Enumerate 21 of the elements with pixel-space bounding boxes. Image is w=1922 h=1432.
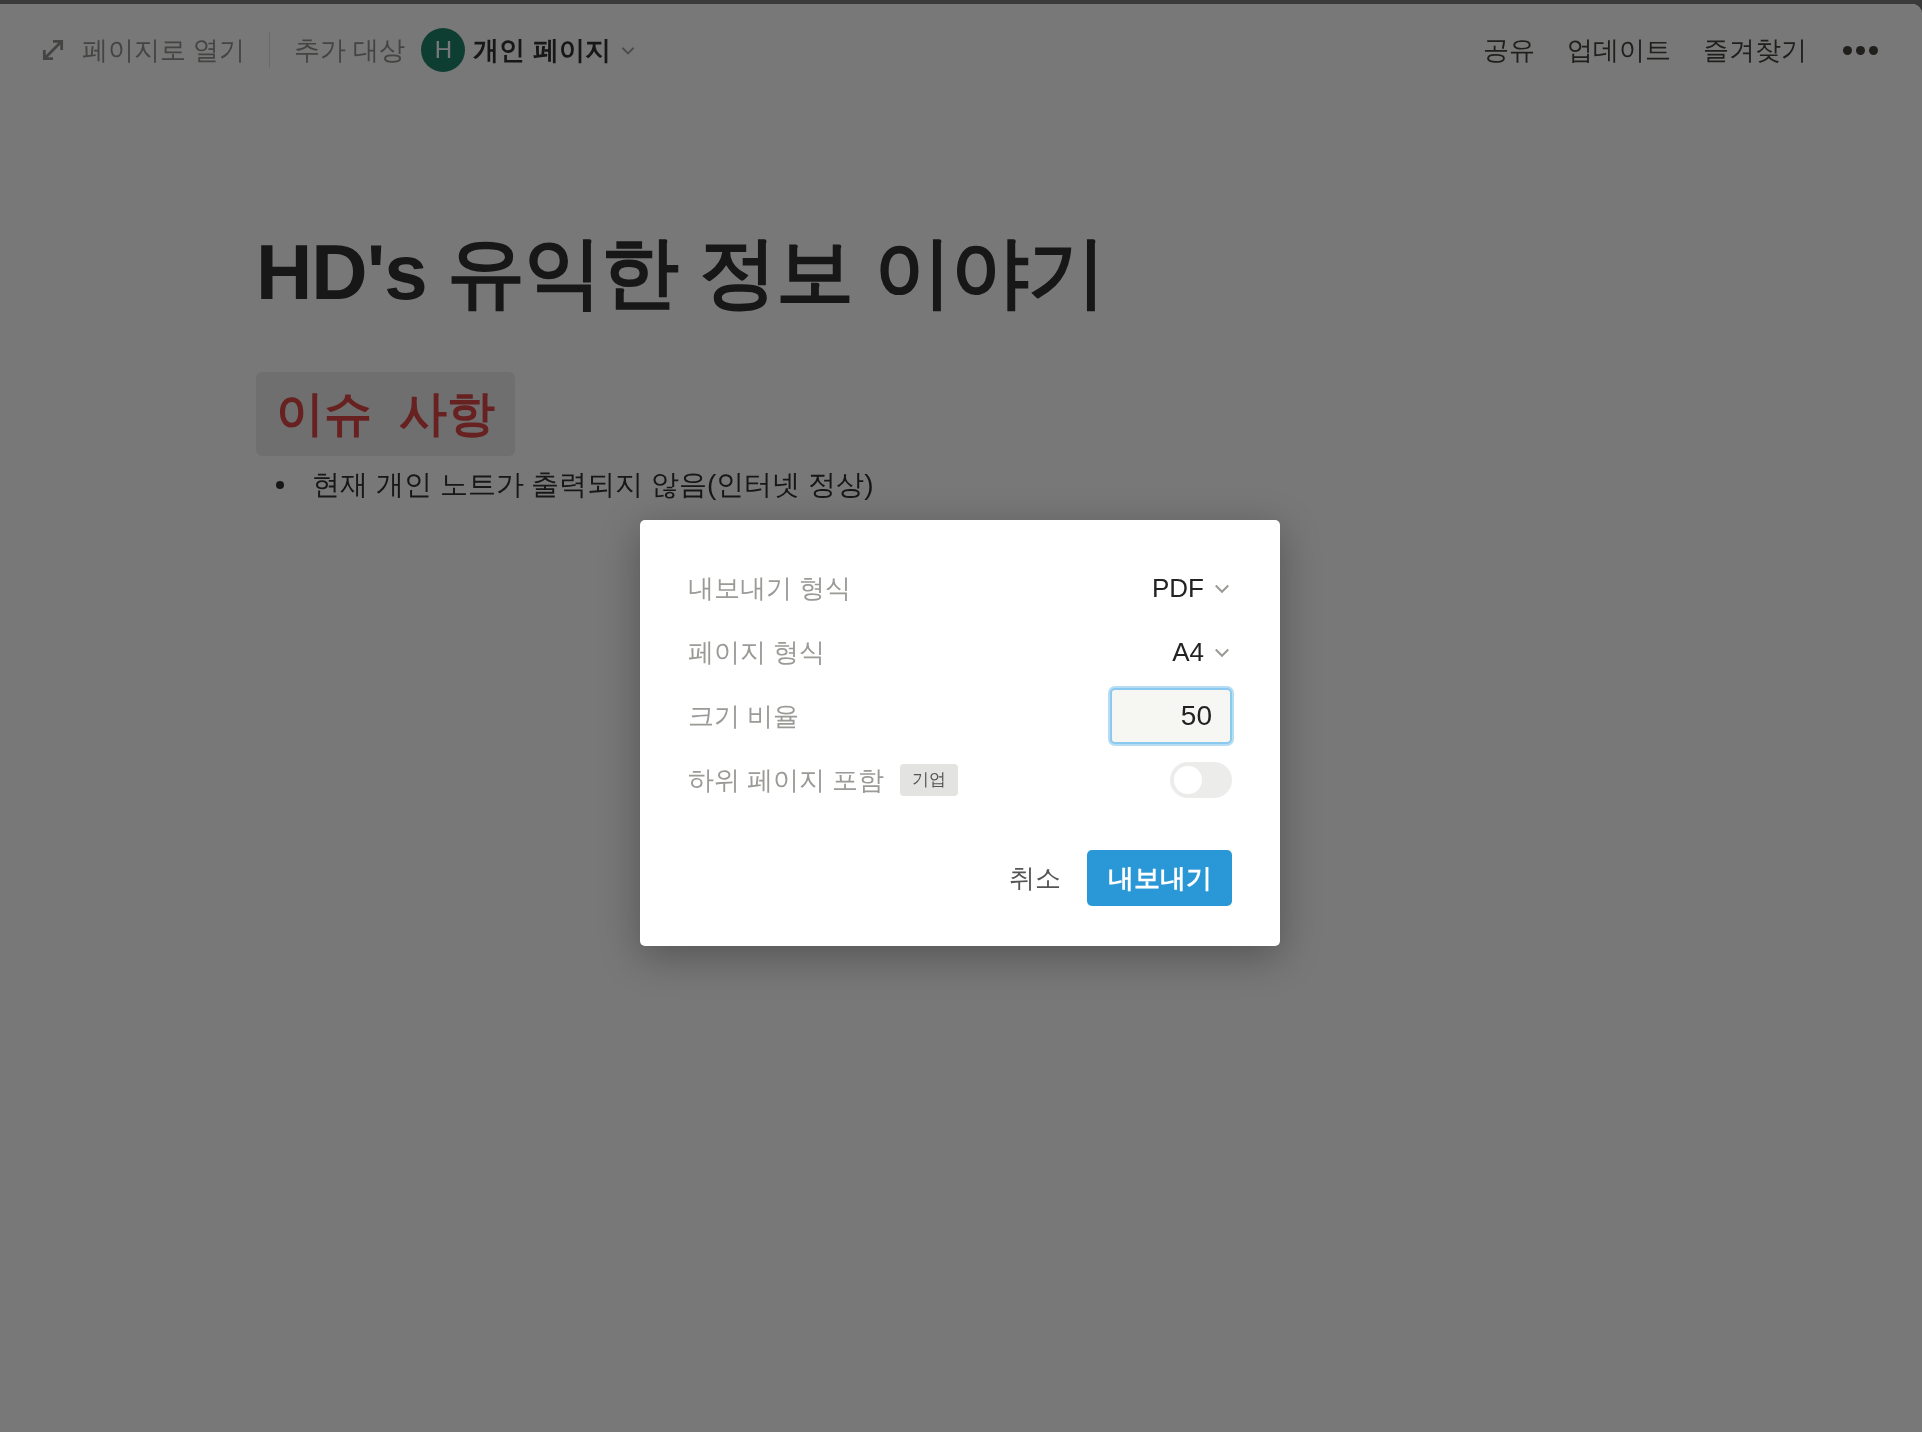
option-label: 크기 비율	[688, 699, 800, 733]
workspace-avatar: H	[421, 28, 466, 72]
scale-input[interactable]: 50	[1110, 688, 1232, 744]
topbar-action[interactable]: 공유	[1483, 30, 1535, 70]
option-label: 내보내기 형식	[688, 571, 852, 605]
option-dropdown[interactable]: PDF	[1152, 568, 1232, 608]
bullet-dot	[276, 480, 284, 489]
expand-icon	[40, 37, 66, 63]
workspace-name: 개인 페이지	[473, 33, 611, 67]
export-button[interactable]: 내보내기	[1087, 850, 1232, 906]
cancel-button[interactable]: 취소	[999, 858, 1071, 898]
option-dropdown[interactable]: A4	[1172, 632, 1232, 672]
workspace-selector[interactable]: H 개인 페이지	[421, 28, 637, 72]
bullet-text: 현재 개인 노트가 출력되지 않음(인터넷 정상)	[312, 467, 874, 502]
topbar-action[interactable]: 업데이트	[1567, 30, 1671, 70]
plan-tag: 기업	[900, 764, 959, 796]
highlighted-heading: 이슈 사항	[256, 371, 515, 456]
option-label: 하위 페이지 포함	[688, 763, 885, 797]
option-label: 페이지 형식	[688, 635, 826, 669]
page-title: HD's 유익한 정보 이야기	[256, 227, 1106, 318]
topbar-action[interactable]: 즐겨찾기	[1703, 30, 1807, 70]
